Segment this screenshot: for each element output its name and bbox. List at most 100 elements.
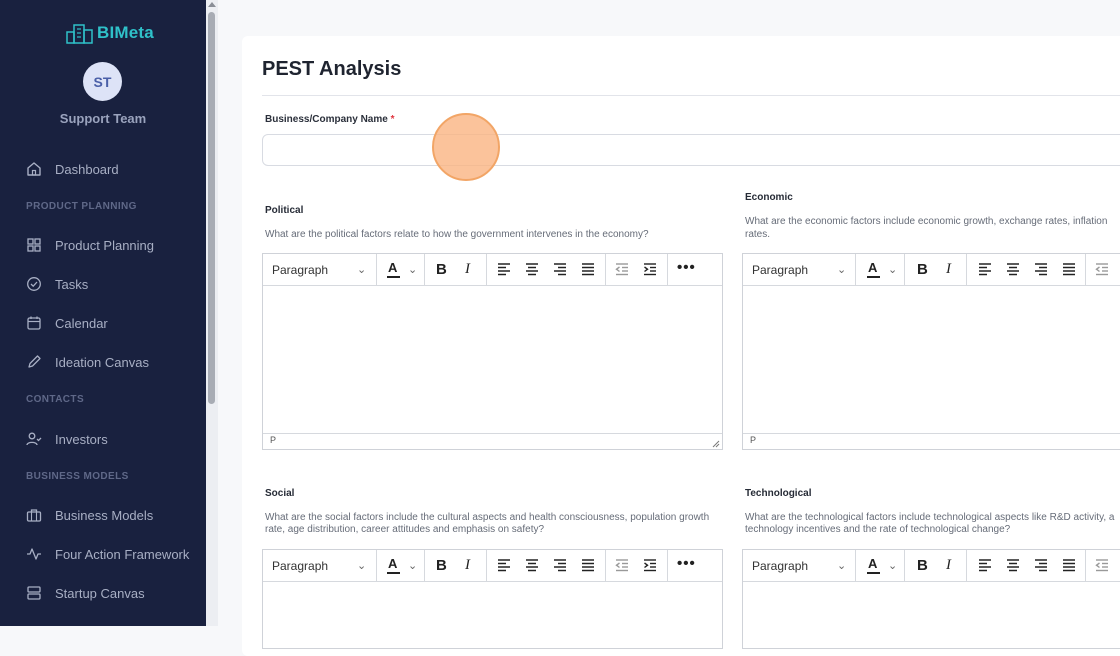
check-circle-icon xyxy=(27,277,41,291)
outdent-icon[interactable] xyxy=(1094,261,1110,277)
chevron-down-icon[interactable]: ⌄ xyxy=(357,559,366,572)
bold-button[interactable]: B xyxy=(436,261,447,278)
toolbar-divider xyxy=(855,254,856,285)
brand-logo[interactable]: BIMeta xyxy=(66,22,154,44)
sidebar-item-investors[interactable]: Investors xyxy=(26,429,108,449)
sidebar-item-label: Product Planning xyxy=(55,237,155,253)
bold-button[interactable]: B xyxy=(917,261,928,278)
activity-icon xyxy=(27,548,41,560)
bold-button[interactable]: B xyxy=(436,557,447,574)
element-path: P xyxy=(270,435,277,445)
paragraph-select[interactable]: Paragraph xyxy=(752,559,808,573)
avatar[interactable]: ST xyxy=(83,62,122,101)
logo-text: BIMeta xyxy=(97,23,154,42)
font-color-button[interactable]: A xyxy=(868,260,877,275)
more-options-icon[interactable]: ••• xyxy=(677,259,696,276)
sidebar-item-label: Startup Canvas xyxy=(55,585,145,601)
sidebar-item-dashboard[interactable]: Dashboard xyxy=(26,159,119,179)
align-left-icon[interactable] xyxy=(496,557,512,573)
chevron-down-icon[interactable]: ⌄ xyxy=(408,559,417,572)
political-description: What are the political factors relate to… xyxy=(265,229,649,240)
indent-icon[interactable] xyxy=(642,557,658,573)
political-editor[interactable]: Paragraph ⌄ A ⌄ B I ••• P xyxy=(262,253,723,450)
align-justify-icon[interactable] xyxy=(580,261,596,277)
toolbar-divider xyxy=(904,550,905,581)
toolbar-divider xyxy=(605,550,606,581)
align-justify-icon[interactable] xyxy=(1061,261,1077,277)
align-center-icon[interactable] xyxy=(524,557,540,573)
economic-editor[interactable]: Paragraph ⌄ A ⌄ B I P xyxy=(742,253,1120,450)
sidebar-item-product-planning[interactable]: Product Planning xyxy=(26,235,154,255)
sidebar-item-label: Ideation Canvas xyxy=(55,354,149,370)
align-left-icon[interactable] xyxy=(977,261,993,277)
align-right-icon[interactable] xyxy=(1033,557,1049,573)
italic-button[interactable]: I xyxy=(465,261,470,278)
economic-description-line1: What are the economic factors include ec… xyxy=(745,216,1108,227)
toolbar-divider xyxy=(667,254,668,285)
company-name-input[interactable] xyxy=(262,134,1120,166)
align-center-icon[interactable] xyxy=(524,261,540,277)
font-color-button[interactable]: A xyxy=(388,556,397,571)
chevron-down-icon[interactable]: ⌄ xyxy=(837,559,846,572)
toolbar-divider xyxy=(904,254,905,285)
indent-icon[interactable] xyxy=(642,261,658,277)
italic-button[interactable]: I xyxy=(465,557,470,574)
align-justify-icon[interactable] xyxy=(580,557,596,573)
company-name-label-text: Business/Company Name xyxy=(265,114,388,125)
technological-editor[interactable]: Paragraph ⌄ A ⌄ B I xyxy=(742,549,1120,649)
more-options-icon[interactable]: ••• xyxy=(677,555,696,572)
outdent-icon[interactable] xyxy=(614,557,630,573)
align-left-icon[interactable] xyxy=(496,261,512,277)
align-left-icon[interactable] xyxy=(977,557,993,573)
sidebar-item-label: Tasks xyxy=(55,276,89,292)
sidebar-item-label: Investors xyxy=(55,431,108,447)
paragraph-select[interactable]: Paragraph xyxy=(272,559,328,573)
scroll-up-arrow-icon[interactable] xyxy=(208,2,216,7)
paragraph-select[interactable]: Paragraph xyxy=(272,263,328,277)
font-color-button[interactable]: A xyxy=(868,556,877,571)
social-editor[interactable]: Paragraph ⌄ A ⌄ B I ••• xyxy=(262,549,723,649)
toolbar-divider xyxy=(855,550,856,581)
chevron-down-icon[interactable]: ⌄ xyxy=(837,263,846,276)
paragraph-select[interactable]: Paragraph xyxy=(752,263,808,277)
toolbar-divider xyxy=(424,550,425,581)
italic-button[interactable]: I xyxy=(946,261,951,278)
align-justify-icon[interactable] xyxy=(1061,557,1077,573)
required-mark: * xyxy=(390,114,395,125)
italic-button[interactable]: I xyxy=(946,557,951,574)
chevron-down-icon[interactable]: ⌄ xyxy=(888,559,897,572)
chevron-down-icon[interactable]: ⌄ xyxy=(408,263,417,276)
toolbar-divider xyxy=(966,550,967,581)
resize-handle-icon[interactable] xyxy=(712,440,720,448)
page-scrollbar-thumb[interactable] xyxy=(208,12,215,404)
bold-button[interactable]: B xyxy=(917,557,928,574)
sidebar: BIMeta ST Support Team Dashboard PRODUCT… xyxy=(0,0,206,626)
align-center-icon[interactable] xyxy=(1005,261,1021,277)
align-right-icon[interactable] xyxy=(1033,261,1049,277)
chevron-down-icon[interactable]: ⌄ xyxy=(888,263,897,276)
outdent-icon[interactable] xyxy=(614,261,630,277)
economic-description-line2: rates. xyxy=(745,229,771,240)
home-icon xyxy=(27,162,41,176)
toolbar-divider xyxy=(424,254,425,285)
chevron-down-icon[interactable]: ⌄ xyxy=(357,263,366,276)
social-description-line2: rate, age distribution, career attitudes… xyxy=(265,524,545,535)
sidebar-item-ideation-canvas[interactable]: Ideation Canvas xyxy=(26,352,149,372)
sidebar-item-four-action-framework[interactable]: Four Action Framework xyxy=(26,544,189,564)
font-color-button[interactable]: A xyxy=(388,260,397,275)
align-right-icon[interactable] xyxy=(552,557,568,573)
sidebar-item-label: Calendar xyxy=(55,315,108,331)
sidebar-item-label: Dashboard xyxy=(55,161,119,177)
outdent-icon[interactable] xyxy=(1094,557,1110,573)
align-center-icon[interactable] xyxy=(1005,557,1021,573)
sidebar-item-business-models[interactable]: Business Models xyxy=(26,505,153,525)
font-color-bar xyxy=(867,276,880,278)
technological-description-line1: What are the technological factors inclu… xyxy=(745,512,1115,523)
grid-icon xyxy=(27,238,41,252)
sidebar-item-startup-canvas[interactable]: Startup Canvas xyxy=(26,583,145,603)
click-indicator xyxy=(432,113,500,181)
sidebar-item-calendar[interactable]: Calendar xyxy=(26,313,108,333)
sidebar-item-tasks[interactable]: Tasks xyxy=(26,274,88,294)
align-right-icon[interactable] xyxy=(552,261,568,277)
building-logo-icon xyxy=(66,24,93,44)
